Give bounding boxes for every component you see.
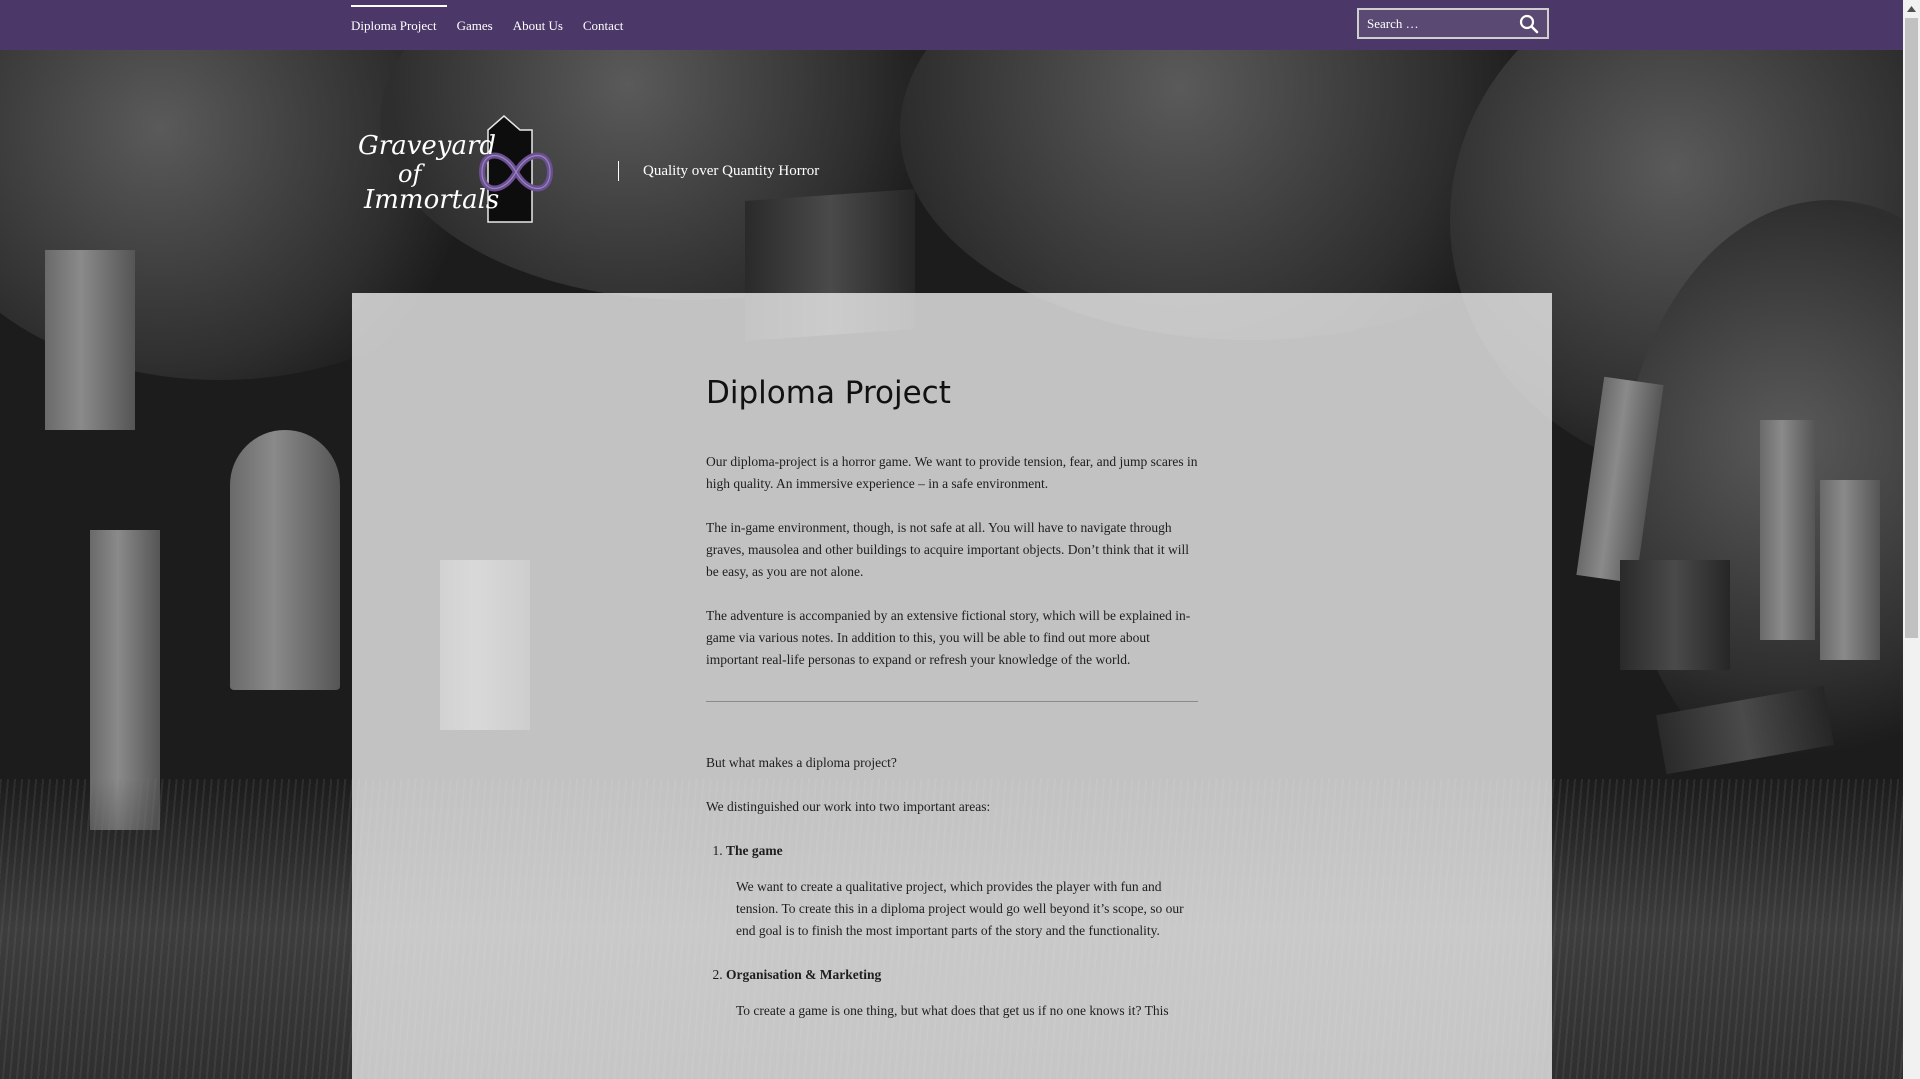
logo-graphic: Graveyard of Immortals xyxy=(358,115,554,223)
list-item: Organisation & Marketing To create a gam… xyxy=(726,964,1198,1022)
site-tagline-block: Quality over Quantity Horror xyxy=(618,160,819,182)
top-navigation-bar: Diploma Project Games About Us Contact xyxy=(0,0,1903,50)
paragraph-environment: The in-game environment, though, is not … xyxy=(706,520,1190,579)
search-icon xyxy=(1519,14,1539,33)
tagline-divider xyxy=(618,161,619,181)
list-item-text: To create a game is one thing, but what … xyxy=(736,1003,1169,1018)
scroll-up-arrow-icon[interactable] xyxy=(1903,0,1920,17)
list-item-title: Organisation & Marketing xyxy=(726,967,882,982)
paragraph-question: But what makes a diploma project? xyxy=(706,755,897,770)
page-title: Diploma Project xyxy=(706,375,951,411)
paragraph-story: The adventure is accompanied by an exten… xyxy=(706,608,1191,667)
article: Diploma Project Our diploma-project is a… xyxy=(706,375,1198,1044)
paragraph-areas-intro: We distinguished our work into two impor… xyxy=(706,799,991,814)
search-button[interactable] xyxy=(1511,10,1547,37)
search-form xyxy=(1357,8,1549,39)
site-tagline: Quality over Quantity Horror xyxy=(643,162,820,179)
nav-item-contact[interactable]: Contact xyxy=(573,0,633,50)
areas-list: The game We want to create a qualitative… xyxy=(706,840,1198,1022)
list-item-title: The game xyxy=(726,843,783,858)
svg-text:Graveyard: Graveyard xyxy=(358,131,496,161)
nav-item-about-us[interactable]: About Us xyxy=(503,0,573,50)
site-logo[interactable]: Graveyard of Immortals xyxy=(354,112,574,232)
nav-item-games[interactable]: Games xyxy=(447,0,503,50)
svg-text:Immortals: Immortals xyxy=(363,185,499,215)
search-input[interactable] xyxy=(1359,10,1517,37)
content-card: Diploma Project Our diploma-project is a… xyxy=(352,293,1552,1079)
scrollbar-thumb[interactable] xyxy=(1905,18,1918,638)
separator xyxy=(706,701,1198,702)
list-item-text: We want to create a qualitative project,… xyxy=(736,879,1184,938)
nav-item-diploma-project[interactable]: Diploma Project xyxy=(351,0,447,50)
list-item: The game We want to create a qualitative… xyxy=(726,840,1198,942)
primary-menu: Diploma Project Games About Us Contact xyxy=(351,0,633,50)
svg-text:of: of xyxy=(398,160,425,188)
paragraph-intro: Our diploma-project is a horror game. We… xyxy=(706,454,1198,491)
